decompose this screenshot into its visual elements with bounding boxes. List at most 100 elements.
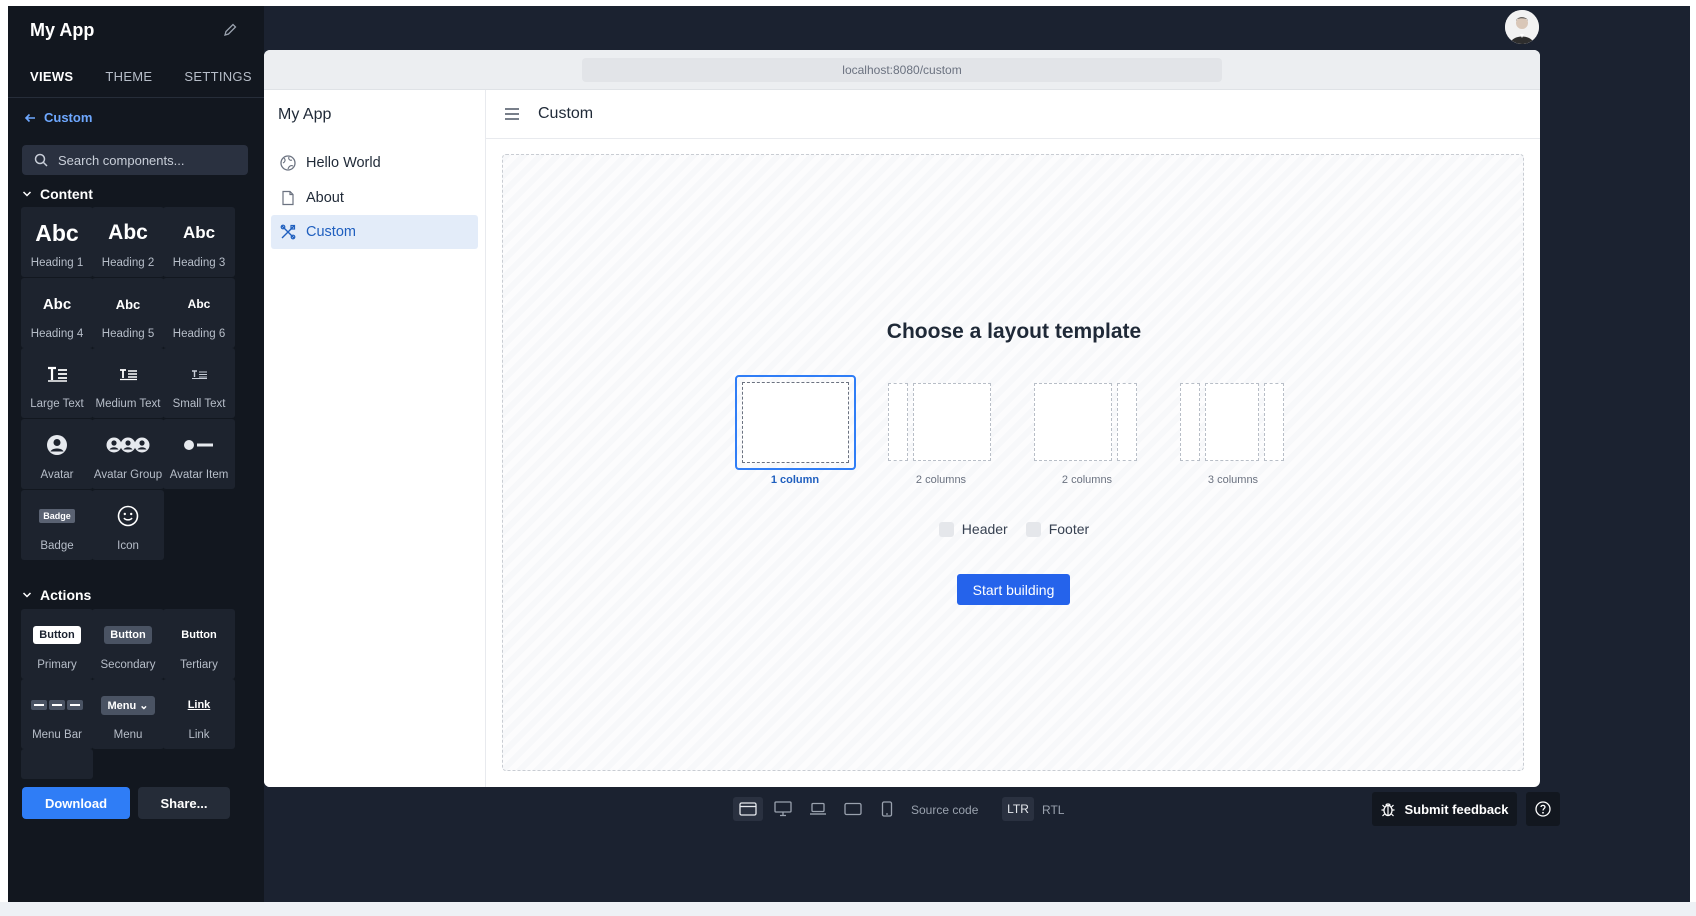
user-avatar[interactable] bbox=[1505, 10, 1539, 44]
component-heading-4[interactable]: Abc Heading 4 bbox=[21, 278, 93, 348]
viewport-desktop-button[interactable] bbox=[768, 797, 798, 821]
viewport-mobile-button[interactable] bbox=[872, 797, 902, 821]
template-column bbox=[742, 382, 849, 463]
button-secondary-preview: Button bbox=[104, 626, 152, 644]
component-heading-6[interactable]: Abc Heading 6 bbox=[163, 278, 235, 348]
section-content-toggle[interactable]: Content bbox=[22, 186, 93, 202]
component-large-text[interactable]: Large Text bbox=[21, 348, 93, 418]
browser-urlbar: localhost:8080/custom bbox=[264, 50, 1540, 90]
component-avatar-item[interactable]: Avatar Item bbox=[163, 419, 235, 489]
chevron-down-icon bbox=[22, 191, 32, 197]
app-header: Custom bbox=[486, 90, 1540, 139]
heading-5-preview: Abc bbox=[115, 296, 141, 312]
component-heading-3[interactable]: Abc Heading 3 bbox=[163, 207, 235, 277]
component-medium-text[interactable]: Medium Text bbox=[92, 348, 164, 418]
nav-item-about[interactable]: About bbox=[271, 181, 478, 215]
component-button-primary[interactable]: Button Primary bbox=[21, 609, 93, 679]
template-column bbox=[1034, 383, 1112, 461]
component-badge[interactable]: Badge Badge bbox=[21, 490, 93, 560]
menu-bar-icon bbox=[31, 700, 83, 710]
template-column bbox=[1205, 383, 1259, 461]
component-icon[interactable]: Icon bbox=[92, 490, 164, 560]
laptop-icon bbox=[810, 802, 826, 815]
smiley-icon bbox=[117, 505, 139, 527]
arrow-left-icon bbox=[24, 113, 35, 122]
component-button-secondary[interactable]: Button Secondary bbox=[92, 609, 164, 679]
nav-item-custom[interactable]: Custom bbox=[271, 215, 478, 249]
small-text-icon bbox=[192, 370, 207, 379]
checkbox-box[interactable] bbox=[1025, 521, 1041, 537]
viewport-laptop-button[interactable] bbox=[803, 797, 833, 821]
feedback-label: Submit feedback bbox=[1404, 801, 1509, 817]
layout-canvas: Choose a layout template 1 column 2 colu… bbox=[502, 154, 1524, 771]
badge-preview: Badge bbox=[39, 509, 75, 523]
breadcrumb-back[interactable]: Custom bbox=[24, 110, 92, 125]
user-photo-icon bbox=[1505, 10, 1539, 44]
nav-item-hello-world[interactable]: Hello World bbox=[271, 146, 478, 180]
heading-6-preview: Abc bbox=[187, 297, 211, 311]
bug-icon bbox=[1381, 803, 1395, 817]
tab-settings[interactable]: SETTINGS bbox=[184, 69, 251, 84]
section-actions-toggle[interactable]: Actions bbox=[22, 587, 91, 603]
viewport-tablet-button[interactable] bbox=[838, 797, 868, 821]
share-button[interactable]: Share... bbox=[138, 787, 230, 819]
component-label: Heading 4 bbox=[30, 328, 84, 340]
pencil-icon[interactable] bbox=[222, 22, 238, 38]
component-tile-partial[interactable] bbox=[21, 749, 93, 779]
globe-icon bbox=[280, 155, 296, 171]
search-input[interactable] bbox=[58, 152, 238, 168]
component-small-text[interactable]: Small Text bbox=[163, 348, 235, 418]
submit-feedback-button[interactable]: Submit feedback bbox=[1372, 792, 1517, 826]
viewport-fit-button[interactable] bbox=[733, 797, 763, 821]
component-label: Large Text bbox=[30, 398, 84, 410]
rtl-toggle[interactable]: RTL bbox=[1042, 803, 1064, 817]
start-building-button[interactable]: Start building bbox=[957, 574, 1070, 605]
builder-tabs: VIEWS THEME SETTINGS bbox=[30, 69, 252, 84]
heading-4-preview: Abc bbox=[42, 295, 72, 313]
avatar-item-icon bbox=[184, 440, 213, 450]
checkbox-box[interactable] bbox=[938, 521, 954, 537]
app-sidebar: My App Hello World About Custom bbox=[264, 90, 486, 787]
page-bottom-edge bbox=[0, 902, 1696, 916]
component-menu[interactable]: Menu ⌄ Menu bbox=[92, 679, 164, 749]
template-column bbox=[1180, 383, 1200, 461]
ltr-toggle[interactable]: LTR bbox=[1002, 797, 1034, 821]
help-button[interactable] bbox=[1526, 792, 1560, 826]
component-search[interactable] bbox=[22, 145, 248, 175]
button-primary-preview: Button bbox=[33, 626, 81, 644]
menu-preview: Menu ⌄ bbox=[101, 695, 155, 715]
component-heading-2[interactable]: Abc Heading 2 bbox=[92, 207, 164, 277]
component-label: Icon bbox=[117, 540, 139, 552]
tab-theme[interactable]: THEME bbox=[105, 69, 152, 84]
component-button-tertiary[interactable]: Button Tertiary bbox=[163, 609, 235, 679]
chevron-down-icon: ⌄ bbox=[139, 699, 149, 712]
download-button[interactable]: Download bbox=[22, 787, 130, 819]
component-label: Primary bbox=[37, 659, 77, 671]
component-label: Heading 3 bbox=[172, 257, 226, 269]
url-field[interactable]: localhost:8080/custom bbox=[582, 58, 1222, 82]
template-label: 2 columns bbox=[1061, 474, 1113, 486]
header-checkbox[interactable]: Header bbox=[938, 521, 1008, 537]
component-menu-bar[interactable]: Menu Bar bbox=[21, 679, 93, 749]
chevron-down-icon bbox=[22, 592, 32, 598]
tab-views[interactable]: VIEWS bbox=[30, 69, 73, 84]
footer-checkbox[interactable]: Footer bbox=[1025, 521, 1090, 537]
heading-1-preview: Abc bbox=[35, 219, 79, 246]
component-avatar[interactable]: Avatar bbox=[21, 419, 93, 489]
component-label: Menu Bar bbox=[32, 729, 82, 741]
app-title: My App bbox=[278, 106, 332, 123]
component-label: Heading 5 bbox=[101, 328, 155, 340]
preview-window: localhost:8080/custom My App Hello World… bbox=[264, 50, 1540, 787]
component-heading-1[interactable]: Abc Heading 1 bbox=[21, 207, 93, 277]
tab-divider bbox=[8, 97, 264, 98]
component-link[interactable]: Link Link bbox=[163, 679, 235, 749]
component-heading-5[interactable]: Abc Heading 5 bbox=[92, 278, 164, 348]
button-tertiary-preview: Button bbox=[181, 629, 217, 641]
source-code-link[interactable]: Source code bbox=[911, 803, 978, 817]
component-label: Medium Text bbox=[95, 398, 161, 410]
avatar-group-icon bbox=[106, 437, 150, 453]
hamburger-icon[interactable] bbox=[504, 107, 520, 121]
checkbox-label: Footer bbox=[1048, 521, 1090, 537]
browser-window-icon bbox=[739, 802, 757, 816]
component-avatar-group[interactable]: Avatar Group bbox=[92, 419, 164, 489]
